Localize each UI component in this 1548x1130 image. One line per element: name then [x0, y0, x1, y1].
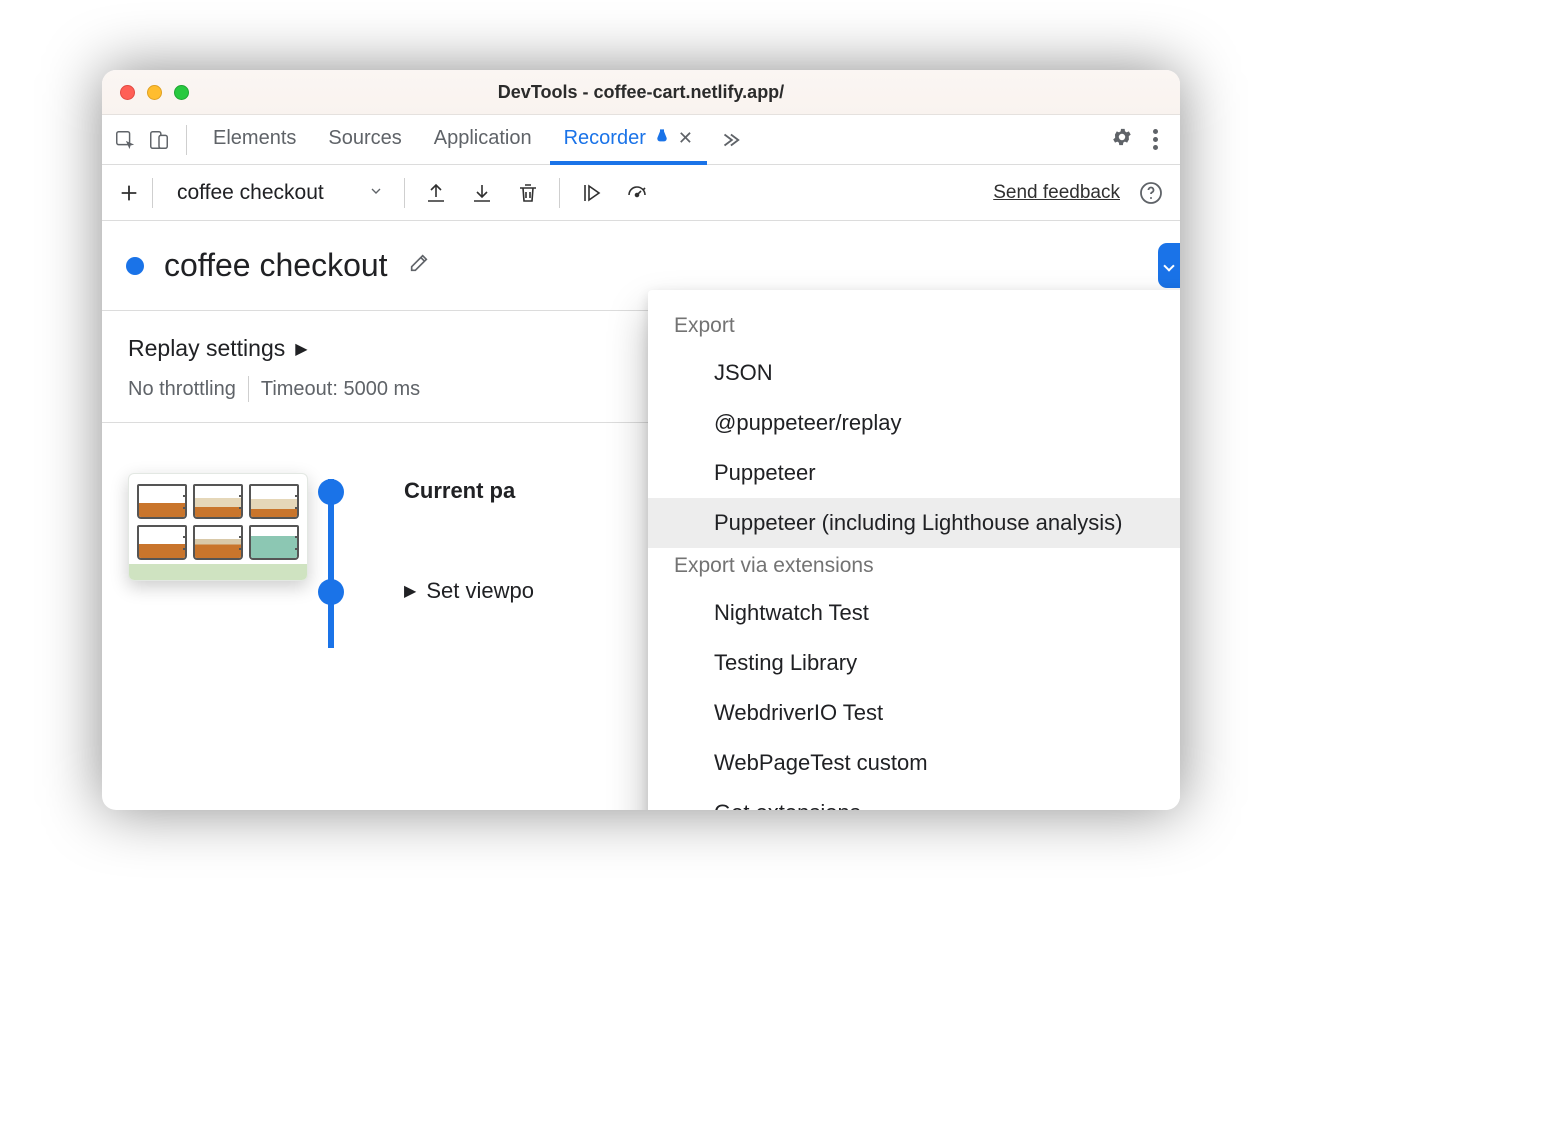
devtools-window: DevTools - coffee-cart.netlify.app/ Elem… [102, 70, 1180, 810]
step-label: Current pa [404, 478, 515, 504]
export-option-webpagetest[interactable]: WebPageTest custom [648, 738, 1180, 788]
replay-speed-button[interactable] [614, 165, 660, 221]
flask-icon [654, 127, 670, 150]
step-set-viewport[interactable]: ▶ Set viewpo [404, 578, 534, 604]
recording-indicator-icon [126, 257, 144, 275]
delete-button[interactable] [505, 165, 551, 221]
devtools-tabstrip: Elements Sources Application Recorder ✕ [102, 115, 1180, 165]
export-option-json[interactable]: JSON [648, 348, 1180, 398]
export-menu: Export JSON @puppeteer/replay Puppeteer … [648, 290, 1180, 810]
tab-recorder[interactable]: Recorder ✕ [550, 115, 707, 165]
export-option-testing-library[interactable]: Testing Library [648, 638, 1180, 688]
export-option-nightwatch[interactable]: Nightwatch Test [648, 588, 1180, 638]
help-icon[interactable] [1134, 176, 1168, 210]
export-option-puppeteer[interactable]: Puppeteer [648, 448, 1180, 498]
traffic-lights [120, 85, 189, 100]
export-option-get-extensions[interactable]: Get extensions… [648, 788, 1180, 810]
inspect-element-icon[interactable] [110, 125, 140, 155]
replay-settings-label: Replay settings [128, 335, 285, 362]
more-tabs-icon[interactable] [715, 125, 745, 155]
throttling-value: No throttling [128, 378, 236, 401]
separator [404, 178, 405, 208]
recording-name: coffee checkout [164, 247, 388, 284]
edit-name-button[interactable] [408, 252, 430, 279]
separator [186, 125, 187, 155]
settings-gear-icon[interactable] [1111, 126, 1133, 153]
tab-label: Sources [328, 127, 401, 150]
device-toolbar-icon[interactable] [144, 125, 174, 155]
step-current-page[interactable]: Current pa [404, 478, 515, 504]
separator [559, 178, 560, 208]
import-button[interactable] [459, 165, 505, 221]
recorder-toolbar: coffee checkout Send feedback [102, 165, 1180, 221]
export-option-puppeteer-replay[interactable]: @puppeteer/replay [648, 398, 1180, 448]
tab-sources[interactable]: Sources [314, 115, 415, 165]
export-option-puppeteer-lighthouse[interactable]: Puppeteer (including Lighthouse analysis… [648, 498, 1180, 548]
new-recording-button[interactable] [114, 178, 144, 208]
close-tab-icon[interactable]: ✕ [678, 128, 693, 149]
page-screenshot-thumbnail [128, 473, 308, 581]
tab-label: Application [434, 127, 532, 150]
separator [248, 376, 249, 402]
replay-button[interactable] [1158, 243, 1180, 288]
tab-label: Elements [213, 127, 296, 150]
window-title: DevTools - coffee-cart.netlify.app/ [102, 82, 1180, 103]
tab-application[interactable]: Application [420, 115, 546, 165]
timeline-node[interactable] [318, 479, 344, 505]
chevron-right-icon: ▶ [295, 339, 307, 359]
step-label: Set viewpo [426, 578, 534, 604]
menu-section-header: Export via extensions [648, 548, 1180, 588]
macos-titlebar: DevTools - coffee-cart.netlify.app/ [102, 70, 1180, 115]
kebab-menu-icon[interactable] [1147, 129, 1164, 150]
step-play-button[interactable] [568, 165, 614, 221]
tab-label: Recorder [564, 127, 646, 150]
menu-section-header: Export [648, 308, 1180, 348]
maximize-window-button[interactable] [174, 85, 189, 100]
export-option-webdriverio[interactable]: WebdriverIO Test [648, 688, 1180, 738]
minimize-window-button[interactable] [147, 85, 162, 100]
close-window-button[interactable] [120, 85, 135, 100]
tab-elements[interactable]: Elements [199, 115, 310, 165]
send-feedback-link[interactable]: Send feedback [993, 182, 1120, 204]
export-button[interactable] [413, 165, 459, 221]
chevron-right-icon: ▶ [404, 581, 416, 601]
timeline-node[interactable] [318, 579, 344, 605]
separator [152, 178, 153, 208]
chevron-down-icon [368, 181, 384, 205]
timeout-value: Timeout: 5000 ms [261, 378, 420, 401]
recording-select-value: coffee checkout [177, 181, 324, 205]
recording-select[interactable]: coffee checkout [161, 181, 396, 205]
